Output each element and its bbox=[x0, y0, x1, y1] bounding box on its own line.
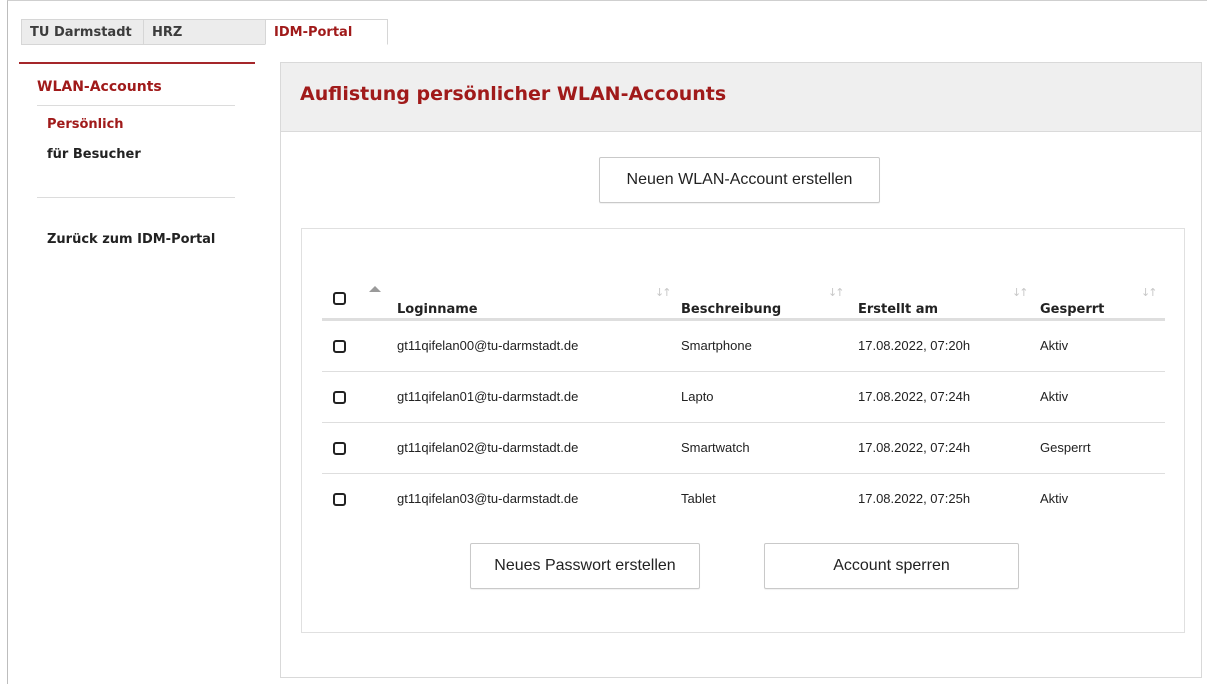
sidebar-accent-line bbox=[19, 62, 255, 64]
sort-icon[interactable]: ↓↑ bbox=[828, 286, 845, 299]
panel-header: Auflistung persönlicher WLAN-Accounts bbox=[281, 63, 1201, 132]
cell-loginname: gt11qifelan02@tu-darmstadt.de bbox=[397, 440, 579, 455]
breadcrumb-hrz[interactable]: HRZ bbox=[143, 19, 265, 45]
table-header: Loginname ↓↑ Beschreibung ↓↑ Erstellt am… bbox=[322, 279, 1165, 321]
cell-beschreibung: Tablet bbox=[681, 491, 716, 506]
breadcrumb-tu-darmstadt[interactable]: TU Darmstadt bbox=[21, 19, 143, 45]
sidebar-title[interactable]: WLAN-Accounts bbox=[37, 79, 162, 95]
select-all-checkbox[interactable] bbox=[333, 292, 346, 305]
column-header-beschreibung[interactable]: Beschreibung bbox=[681, 302, 781, 317]
page-title: Auflistung persönlicher WLAN-Accounts bbox=[300, 83, 727, 105]
cell-loginname: gt11qifelan00@tu-darmstadt.de bbox=[397, 338, 579, 353]
cell-gesperrt: Aktiv bbox=[1040, 338, 1069, 353]
table-row[interactable]: gt11qifelan03@tu-darmstadt.de Tablet 17.… bbox=[322, 474, 1165, 525]
sort-icon[interactable]: ↓↑ bbox=[655, 286, 672, 299]
cell-beschreibung: Lapto bbox=[681, 389, 714, 404]
cell-erstellt-am: 17.08.2022, 07:24h bbox=[858, 440, 971, 455]
breadcrumb-idm-portal[interactable]: IDM-Portal bbox=[265, 19, 388, 45]
table-row[interactable]: gt11qifelan01@tu-darmstadt.de Lapto 17.0… bbox=[322, 372, 1165, 423]
cell-loginname: gt11qifelan03@tu-darmstadt.de bbox=[397, 491, 579, 506]
new-password-button[interactable]: Neues Passwort erstellen bbox=[470, 543, 700, 589]
sidebar-back-link[interactable]: Zurück zum IDM-Portal bbox=[47, 232, 215, 247]
cell-erstellt-am: 17.08.2022, 07:25h bbox=[858, 491, 971, 506]
cell-beschreibung: Smartwatch bbox=[681, 440, 750, 455]
accounts-table-box: Loginname ↓↑ Beschreibung ↓↑ Erstellt am… bbox=[301, 228, 1185, 633]
cell-gesperrt: Aktiv bbox=[1040, 491, 1069, 506]
sidebar-item-besucher[interactable]: für Besucher bbox=[47, 147, 141, 162]
cell-erstellt-am: 17.08.2022, 07:20h bbox=[858, 338, 971, 353]
table-row[interactable]: gt11qifelan02@tu-darmstadt.de Smartwatch… bbox=[322, 423, 1165, 474]
column-header-loginname[interactable]: Loginname bbox=[397, 302, 478, 317]
column-header-gesperrt[interactable]: Gesperrt bbox=[1040, 302, 1104, 317]
cell-loginname: gt11qifelan01@tu-darmstadt.de bbox=[397, 389, 579, 404]
row-checkbox[interactable] bbox=[333, 442, 346, 455]
cell-gesperrt: Gesperrt bbox=[1040, 440, 1091, 455]
breadcrumb: TU Darmstadt HRZ IDM-Portal bbox=[21, 19, 388, 45]
sidebar-divider bbox=[37, 197, 235, 198]
sort-icon[interactable]: ↓↑ bbox=[1012, 286, 1029, 299]
main-panel: Auflistung persönlicher WLAN-Accounts Ne… bbox=[280, 62, 1202, 678]
table-row[interactable]: gt11qifelan00@tu-darmstadt.de Smartphone… bbox=[322, 321, 1165, 372]
row-checkbox[interactable] bbox=[333, 340, 346, 353]
row-checkbox[interactable] bbox=[333, 493, 346, 506]
row-checkbox[interactable] bbox=[333, 391, 346, 404]
new-wlan-account-button[interactable]: Neuen WLAN-Account erstellen bbox=[599, 157, 880, 203]
lock-account-button[interactable]: Account sperren bbox=[764, 543, 1019, 589]
accounts-table: Loginname ↓↑ Beschreibung ↓↑ Erstellt am… bbox=[322, 279, 1165, 525]
column-header-erstellt-am[interactable]: Erstellt am bbox=[858, 302, 938, 317]
cell-beschreibung: Smartphone bbox=[681, 338, 752, 353]
sidebar-divider bbox=[37, 105, 235, 106]
cell-gesperrt: Aktiv bbox=[1040, 389, 1069, 404]
cell-erstellt-am: 17.08.2022, 07:24h bbox=[858, 389, 971, 404]
sort-asc-icon[interactable] bbox=[369, 286, 381, 292]
sidebar-item-persoenlich[interactable]: Persönlich bbox=[47, 117, 124, 132]
sort-icon[interactable]: ↓↑ bbox=[1141, 286, 1158, 299]
